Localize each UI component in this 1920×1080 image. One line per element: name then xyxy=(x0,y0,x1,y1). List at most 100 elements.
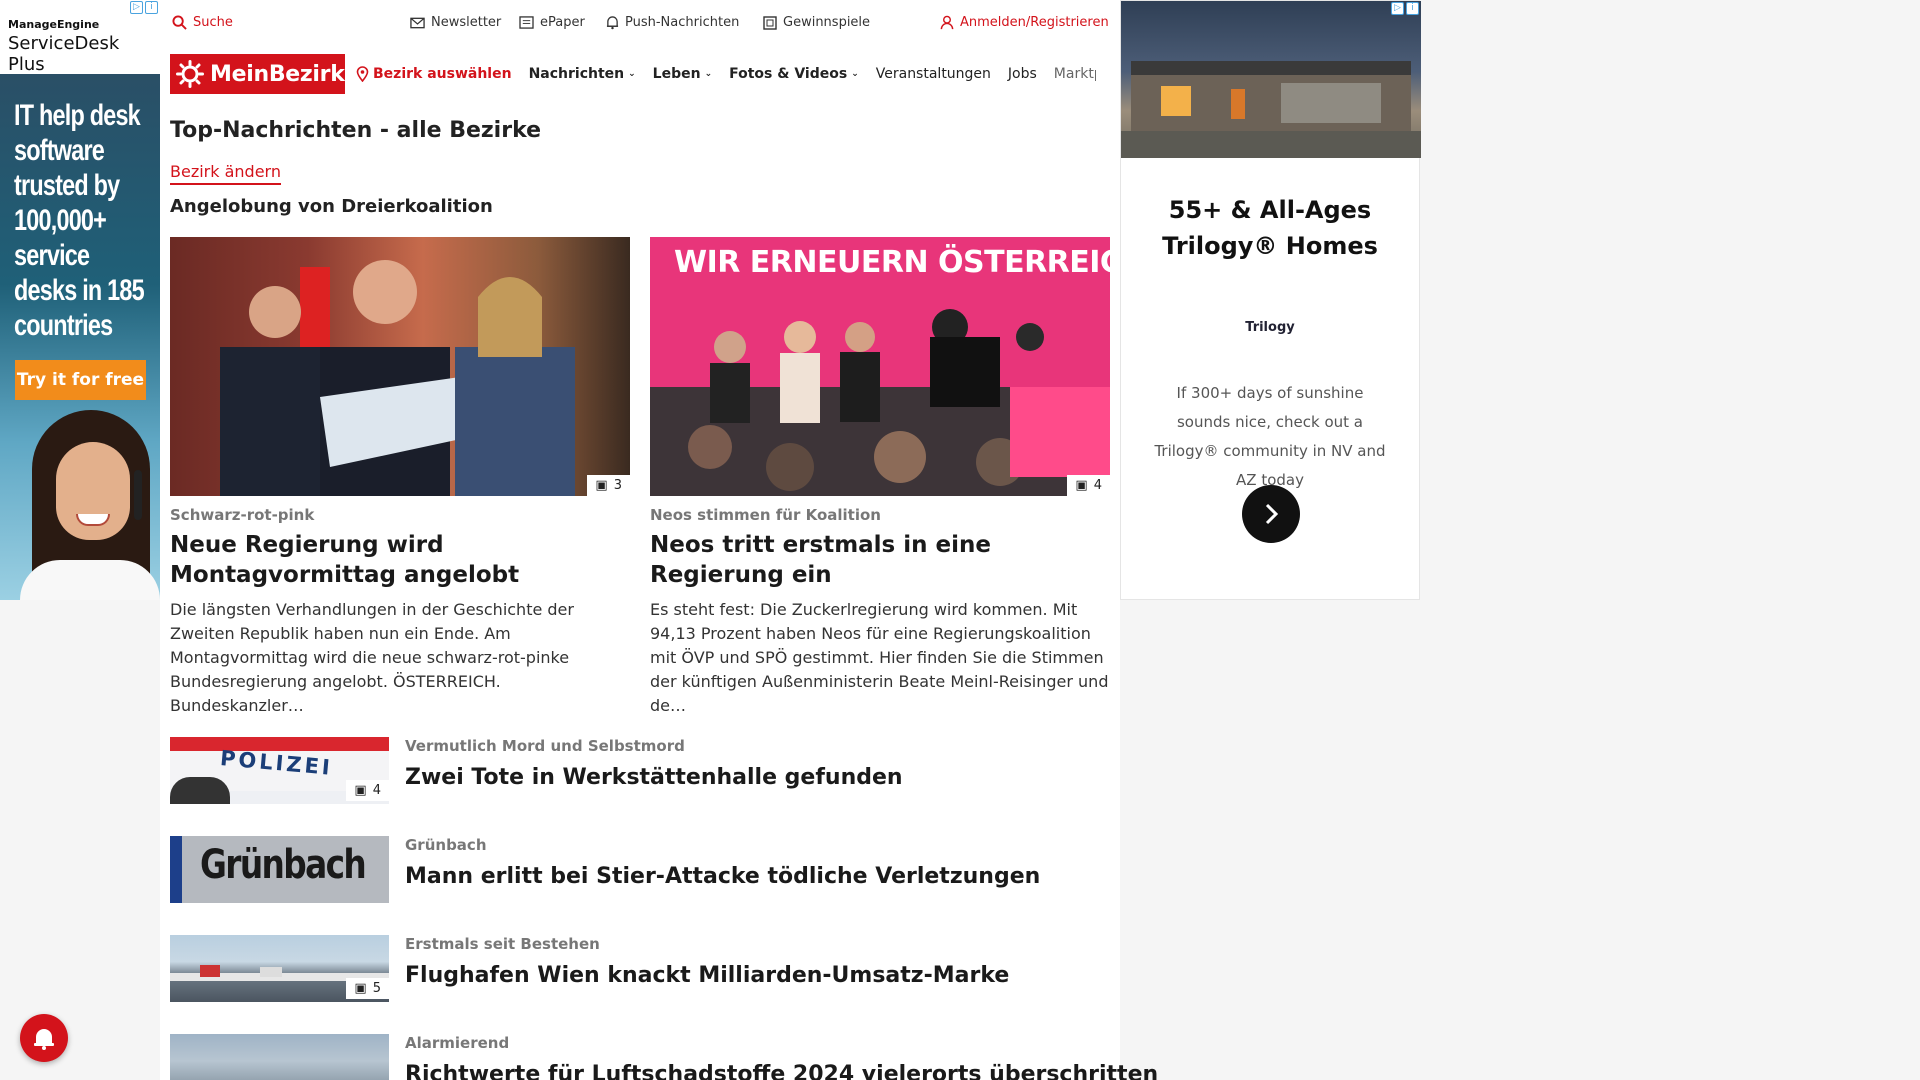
list-item-title[interactable]: Richtwerte für Luftschadstoffe 2024 viel… xyxy=(405,1062,1158,1080)
ad-description: If 300+ days of sunshine sounds nice, ch… xyxy=(1154,384,1386,489)
nav-market[interactable]: Marktplatz xyxy=(1054,66,1096,82)
list-item-category: Vermutlich Mord und Selbstmord xyxy=(405,737,685,755)
nav-menu-clip: Bezirk auswählen Nachrichten ⌄ Leben ⌄ Fot… xyxy=(356,50,1096,100)
ad-choices[interactable]: ▷ i xyxy=(130,1,158,14)
ad-headline: 55+ & All-Ages Trilogy® Homes xyxy=(1162,196,1378,260)
gallery-icon: ▣ xyxy=(354,981,367,996)
chevron-down-icon: ⌄ xyxy=(851,69,859,79)
news-card-image: WIR ERNEUERN ÖSTERREICH ▣ 4 xyxy=(650,237,1110,496)
ad-person-image xyxy=(20,410,160,600)
ad-play-icon: ▷ xyxy=(1391,2,1404,15)
list-item-thumbnail: POLIZEI ▣ 4 xyxy=(170,737,389,804)
list-item[interactable]: Alarmierend Richtwerte für Luftschadstof… xyxy=(170,1034,1158,1080)
news-card-category: Neos stimmen für Koalition xyxy=(650,506,881,524)
search-icon xyxy=(172,15,187,30)
left-ad[interactable]: ▷ i ManageEngine ServiceDesk Plus IT help… xyxy=(0,0,160,600)
list-item-title[interactable]: Mann erlitt bei Stier-Attacke tödliche V… xyxy=(405,864,1040,889)
logo-sun-icon xyxy=(176,60,204,88)
newsletter-link[interactable]: Newsletter xyxy=(410,15,501,30)
site-logo[interactable]: MeinBezirk xyxy=(170,54,345,94)
photo-count-badge: ▣ 4 xyxy=(346,780,389,801)
gift-icon xyxy=(763,15,777,30)
topic-heading: Angelobung von Dreierkoalition xyxy=(170,196,493,217)
page-title: Top-Nachrichten - alle Bezirke xyxy=(170,118,542,143)
people-photo xyxy=(220,260,575,496)
ad-info-icon: i xyxy=(1406,2,1419,15)
nav-news-label: Nachrichten xyxy=(528,66,625,82)
nav-life[interactable]: Leben ⌄ xyxy=(653,66,712,82)
bell-icon xyxy=(606,16,619,30)
epaper-link[interactable]: ePaper xyxy=(519,15,585,30)
nav-photos-videos[interactable]: Fotos & Videos ⌄ xyxy=(729,66,859,82)
news-card-title[interactable]: Neue Regierung wird Montagvormittag ange… xyxy=(170,530,630,590)
ad-headline: IT help desk software trusted by 100,000… xyxy=(14,99,145,342)
nav-photos-label: Fotos & Videos xyxy=(729,66,848,82)
notification-bell-button[interactable] xyxy=(20,1014,68,1062)
list-item[interactable]: POLIZEI ▣ 4 Vermutlich Mord und Selbstmor… xyxy=(170,737,1110,805)
list-item-thumbnail: ▣ 5 xyxy=(170,935,389,1002)
nav-events-label: Veranstaltungen xyxy=(875,66,991,82)
news-card-image: ▣ 3 xyxy=(170,237,630,496)
push-link[interactable]: Push-Nachrichten xyxy=(606,15,739,30)
photo-count: 4 xyxy=(372,783,381,798)
nav-news[interactable]: Nachrichten ⌄ xyxy=(529,66,636,82)
ad-next-button[interactable] xyxy=(1242,485,1300,543)
nav-jobs-label: Jobs xyxy=(1007,66,1037,82)
news-card[interactable]: WIR ERNEUERN ÖSTERREICH ▣ 4 Neos stimmen… xyxy=(650,237,1110,718)
list-item-thumbnail: Grünbach xyxy=(170,836,389,903)
chevron-down-icon: ⌄ xyxy=(628,69,636,79)
list-item-category: Alarmierend xyxy=(405,1034,510,1052)
list-item-title[interactable]: Flughafen Wien knackt Milliarden-Umsatz-… xyxy=(405,963,1009,988)
ad-cta-button[interactable]: Try it for free xyxy=(15,360,146,400)
news-card[interactable]: ▣ 3 Schwarz-rot-pink Neue Regierung wird… xyxy=(170,237,630,718)
ad-info-icon: i xyxy=(145,1,158,14)
chevron-down-icon: ⌄ xyxy=(704,69,713,79)
mail-icon xyxy=(410,17,425,28)
right-ad[interactable]: ▷ i 55+ & All-Ages Trilogy® Homes Trilogy… xyxy=(1120,0,1421,600)
location-pin-icon xyxy=(356,66,369,82)
news-card-title[interactable]: Neos tritt erstmals in eine Regierung ei… xyxy=(650,530,1110,590)
games-label: Gewinnspiele xyxy=(783,15,871,30)
gallery-icon: ▣ xyxy=(595,478,608,493)
list-item[interactable]: Grünbach Grünbach Mann erlitt bei Stier-… xyxy=(170,836,1110,904)
change-district-link[interactable]: Bezirk ändern xyxy=(170,162,281,185)
ad-brand-logo: Trilogy xyxy=(1245,320,1295,335)
ad-product-name: ServiceDesk Plus xyxy=(8,33,120,75)
user-icon xyxy=(940,15,954,30)
login-link[interactable]: Anmelden/Registrieren xyxy=(940,15,1109,30)
games-link[interactable]: Gewinnspiele xyxy=(763,15,870,30)
newsletter-label: Newsletter xyxy=(431,15,502,30)
search-link[interactable]: Suche xyxy=(172,15,233,30)
news-card-teaser: Die längsten Verhandlungen in der Geschi… xyxy=(170,600,574,715)
list-item-title[interactable]: Zwei Tote in Werkstättenhalle gefunden xyxy=(405,765,903,790)
chevron-right-icon xyxy=(1265,503,1279,525)
search-label: Suche xyxy=(193,15,233,30)
nav-jobs[interactable]: Jobs xyxy=(1008,66,1037,82)
photo-count: 4 xyxy=(1093,478,1102,493)
nav-district-select[interactable]: Bezirk auswählen xyxy=(356,66,512,82)
nav-life-label: Leben xyxy=(652,66,701,82)
logo-text: MeinBezirk xyxy=(210,61,345,87)
main-navigation: MeinBezirk Bezirk auswählen Nachrichten ⌄… xyxy=(160,50,1120,100)
photo-count-badge: ▣ 3 xyxy=(587,475,630,496)
nav-district-label: Bezirk auswählen xyxy=(373,66,512,82)
photo-count: 5 xyxy=(372,981,381,996)
list-item-thumbnail xyxy=(170,1034,389,1080)
gallery-icon: ▣ xyxy=(1075,478,1088,493)
push-label: Push-Nachrichten xyxy=(625,15,740,30)
list-item[interactable]: ▣ 5 Erstmals seit Bestehen Flughafen Wien… xyxy=(170,935,1110,1003)
ad-choices[interactable]: ▷ i xyxy=(1391,2,1419,15)
image-banner-text: WIR ERNEUERN ÖSTERREICH xyxy=(674,245,1110,280)
newspaper-icon xyxy=(519,16,534,29)
main-content: Suche Newsletter ePaper Push-Nachrichten… xyxy=(160,0,1158,1080)
nav-menu: Bezirk auswählen Nachrichten ⌄ Leben ⌄ Fot… xyxy=(356,66,1096,82)
top-utility-bar: Suche Newsletter ePaper Push-Nachrichten… xyxy=(160,0,1120,46)
news-card-teaser: Es steht fest: Die Zuckerlregierung wird… xyxy=(650,600,1109,715)
gallery-icon: ▣ xyxy=(354,783,367,798)
login-label: Anmelden/Registrieren xyxy=(960,15,1109,30)
nav-events[interactable]: Veranstaltungen xyxy=(876,66,991,82)
nav-market-label: Marktplatz xyxy=(1053,66,1096,82)
ad-brand-name: ManageEngine xyxy=(8,18,100,31)
photo-count-badge: ▣ 5 xyxy=(346,978,389,999)
ad-brand: ▷ i ManageEngine ServiceDesk Plus xyxy=(0,0,160,75)
